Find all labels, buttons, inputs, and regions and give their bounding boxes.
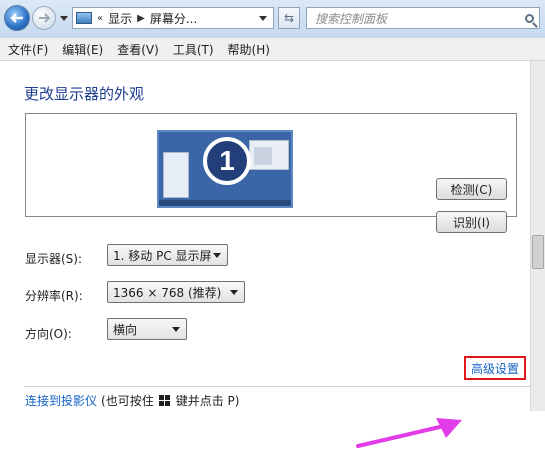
menu-view[interactable]: 查看(V)	[109, 41, 165, 58]
display-select[interactable]: 1. 移动 PC 显示屏	[107, 244, 228, 266]
back-arrow-icon	[10, 13, 23, 23]
menu-help[interactable]: 帮助(H)	[220, 41, 276, 58]
display-label: 显示器(S):	[25, 252, 83, 266]
control-panel-icon	[76, 12, 92, 24]
divider	[24, 386, 530, 387]
breadcrumb-display[interactable]: 显示	[108, 10, 132, 27]
detect-button[interactable]: 检测(C)	[436, 178, 507, 200]
refresh-icon: ⇆	[283, 11, 295, 25]
recent-pages-dropdown-icon[interactable]	[60, 16, 68, 21]
breadcrumb-overflow[interactable]: «	[97, 13, 103, 24]
orientation-label: 方向(O):	[25, 327, 72, 341]
vertical-scrollbar[interactable]	[530, 61, 545, 411]
advanced-settings-link[interactable]: 高级设置	[464, 356, 526, 380]
forward-arrow-icon	[39, 13, 50, 23]
address-toolbar: « 显示 ▶ 屏幕分... ⇆ 搜索控制面板	[0, 0, 545, 39]
menu-tools[interactable]: 工具(T)	[165, 41, 220, 58]
resolution-label: 分辨率(R):	[25, 289, 83, 303]
search-icon[interactable]	[525, 13, 534, 23]
projector-hint-start: (也可按住	[101, 394, 154, 408]
menu-edit[interactable]: 编辑(E)	[54, 41, 109, 58]
chevron-down-icon	[230, 289, 238, 295]
projector-hint-end: 键并点击 P)	[175, 394, 240, 408]
search-placeholder: 搜索控制面板	[315, 11, 388, 26]
search-box[interactable]: 搜索控制面板	[306, 7, 540, 29]
taskbar-strip	[159, 200, 291, 206]
orientation-select[interactable]: 横向	[107, 318, 187, 340]
page-title: 更改显示器的外观	[24, 85, 145, 103]
breadcrumb-separator-icon[interactable]: ▶	[137, 13, 145, 24]
windows-logo-icon	[158, 394, 171, 407]
main-content: 更改显示器的外观 1 检测(C) 识别(I) 显示器(S): 1. 移动 PC …	[0, 61, 530, 448]
monitor-1[interactable]: 1	[157, 130, 293, 208]
address-dropdown-icon[interactable]	[259, 15, 267, 21]
display-select-value: 1. 移动 PC 显示屏	[113, 248, 212, 263]
orientation-select-value: 横向	[113, 322, 138, 337]
connect-projector-link[interactable]: 连接到投影仪	[25, 392, 97, 409]
annotation-arrow-icon	[356, 418, 462, 448]
breadcrumb-screen-resolution[interactable]: 屏幕分...	[150, 10, 197, 27]
refresh-button[interactable]: ⇆	[278, 7, 300, 29]
identify-button[interactable]: 识别(I)	[436, 211, 507, 233]
scrollbar-thumb[interactable]	[532, 235, 544, 269]
menu-file[interactable]: 文件(F)	[0, 41, 54, 58]
projector-row: 连接到投影仪 (也可按住 键并点击 P)	[25, 392, 239, 409]
forward-button[interactable]	[32, 6, 56, 30]
menu-bar: 文件(F) 编辑(E) 查看(V) 工具(T) 帮助(H)	[0, 38, 545, 61]
monitor-preview-panel: 1 检测(C) 识别(I)	[25, 113, 517, 233]
address-box[interactable]: « 显示 ▶ 屏幕分...	[72, 7, 274, 29]
resolution-select-value: 1366 × 768 (推荐)	[113, 285, 222, 300]
desktop-window-icon	[249, 140, 289, 170]
resolution-select[interactable]: 1366 × 768 (推荐)	[107, 281, 245, 303]
desktop-window-icon	[163, 152, 189, 198]
chevron-down-icon	[172, 326, 180, 332]
monitor-number-badge: 1	[203, 137, 251, 185]
back-button[interactable]	[4, 5, 30, 31]
chevron-down-icon	[213, 252, 221, 258]
